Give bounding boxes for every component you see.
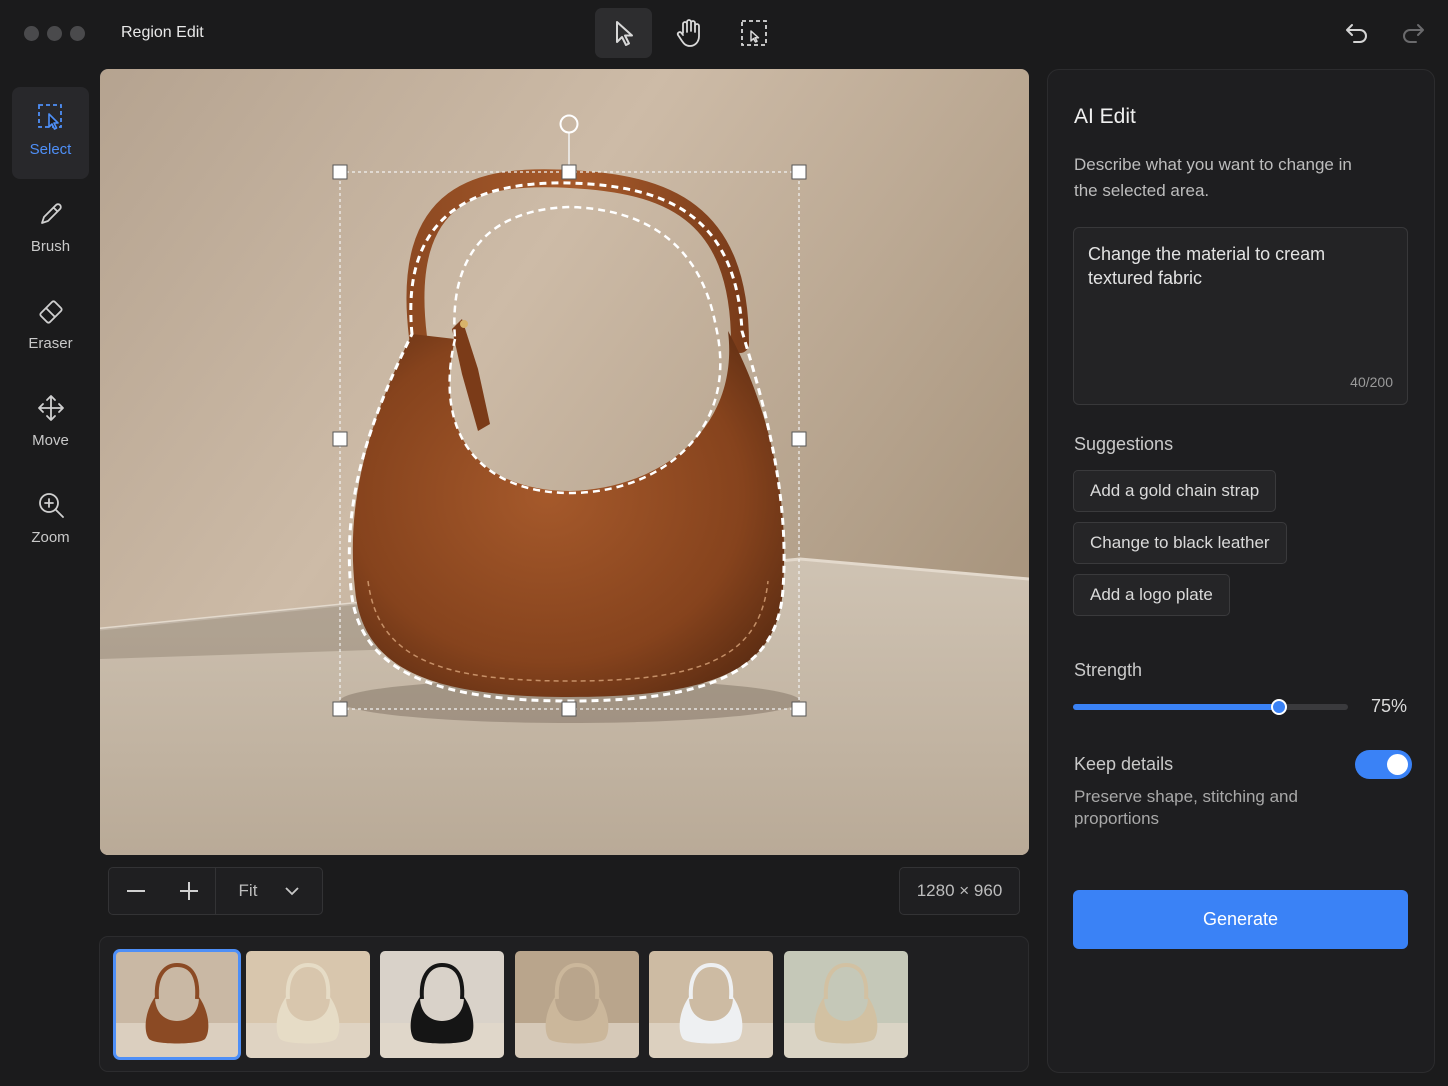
resize-handle[interactable] xyxy=(561,164,577,180)
maximize-window-dot[interactable] xyxy=(70,26,85,41)
title-bar: Region Edit xyxy=(0,0,1448,68)
select-tool-label: Select xyxy=(29,141,72,158)
image-dimensions: 1280 × 960 xyxy=(899,867,1020,915)
chevron-down-icon xyxy=(285,887,300,896)
resize-handle[interactable] xyxy=(791,164,807,180)
left-tool-rail: Select Brush Eraser Move Zoom xyxy=(12,87,89,572)
region-select-icon xyxy=(740,20,767,46)
variant-thumbnail[interactable] xyxy=(246,951,370,1058)
variant-thumbnail[interactable] xyxy=(649,951,773,1058)
brush-icon xyxy=(40,203,62,224)
redo-button[interactable] xyxy=(1396,18,1430,48)
brush-tool[interactable]: Brush xyxy=(12,184,89,276)
thumbnail-image xyxy=(380,951,504,1058)
slider-fill xyxy=(1073,704,1280,710)
prompt-text[interactable]: Change the material to cream textured fa… xyxy=(1088,242,1388,290)
app-title: Region Edit xyxy=(121,24,204,41)
redo-icon xyxy=(1403,24,1424,43)
keep-details-description: Preserve shape, stitching and proportion… xyxy=(1074,787,1298,828)
zoom-in-button[interactable] xyxy=(162,868,215,914)
variant-filmstrip xyxy=(99,936,1029,1072)
variant-thumbnail[interactable] xyxy=(380,951,504,1058)
zoom-fit-dropdown[interactable]: Fit xyxy=(215,868,322,914)
suggestion-chip[interactable]: Add a logo plate xyxy=(1073,574,1230,616)
thumbnail-image xyxy=(115,951,239,1058)
toggle-knob xyxy=(1387,754,1408,775)
panel-title: AI Edit xyxy=(1074,105,1136,128)
generate-button[interactable]: Generate xyxy=(1073,890,1408,949)
move-tool[interactable]: Move xyxy=(12,378,89,470)
zoom-tool[interactable]: Zoom xyxy=(12,475,89,567)
suggestions-title: Suggestions xyxy=(1074,434,1174,454)
strength-slider[interactable] xyxy=(1073,697,1348,717)
select-tool[interactable]: Select xyxy=(12,87,89,179)
minus-icon xyxy=(126,890,145,892)
undo-icon xyxy=(1346,24,1367,43)
resize-handle[interactable] xyxy=(561,701,577,717)
thumbnail-image xyxy=(515,951,639,1058)
variant-thumbnail[interactable] xyxy=(784,951,908,1058)
ai-edit-panel: AI Edit Describe what you want to change… xyxy=(1047,69,1435,1073)
cursor-arrow-icon xyxy=(615,21,633,46)
variant-thumbnail[interactable] xyxy=(113,949,241,1060)
thumbnail-image xyxy=(246,951,370,1058)
zoom-fit-label: Fit xyxy=(238,881,258,900)
thumbnail-image xyxy=(649,951,773,1058)
close-window-dot[interactable] xyxy=(24,26,39,41)
region-tool-button[interactable] xyxy=(725,8,782,58)
zoom-out-button[interactable] xyxy=(109,868,162,914)
move-icon xyxy=(37,395,64,421)
resize-handle[interactable] xyxy=(332,431,348,447)
slider-knob[interactable] xyxy=(1271,699,1288,715)
strength-value: 75% xyxy=(1370,696,1407,716)
keep-details-label: Keep details xyxy=(1074,754,1174,774)
pointer-tool-button[interactable] xyxy=(595,8,652,58)
zoom-controls: Fit xyxy=(108,867,323,915)
strength-label: Strength xyxy=(1074,660,1143,680)
eraser-tool[interactable]: Eraser xyxy=(12,281,89,373)
hand-icon xyxy=(676,19,700,47)
keep-details-toggle[interactable] xyxy=(1355,750,1412,779)
variant-thumbnail[interactable] xyxy=(515,951,639,1058)
select-region-icon xyxy=(37,104,62,130)
eraser-icon xyxy=(38,300,63,324)
move-tool-label: Move xyxy=(32,432,69,449)
hand-tool-button[interactable] xyxy=(660,8,717,58)
suggestion-chip[interactable]: Change to black leather xyxy=(1073,522,1287,564)
plus-icon xyxy=(179,882,198,900)
panel-description: Describe what you want to change in the … xyxy=(1074,155,1352,200)
zoom-tool-label: Zoom xyxy=(31,529,70,546)
brush-tool-label: Brush xyxy=(30,238,71,255)
zoom-icon xyxy=(38,493,64,518)
window-controls xyxy=(24,26,85,41)
character-count: 40/200 xyxy=(1350,374,1393,390)
suggestion-chip[interactable]: Add a gold chain strap xyxy=(1073,470,1277,512)
history-controls xyxy=(1340,18,1430,48)
resize-handle[interactable] xyxy=(332,701,348,717)
resize-handle[interactable] xyxy=(332,164,348,180)
eraser-tool-label: Eraser xyxy=(28,335,73,352)
minimize-window-dot[interactable] xyxy=(47,26,62,41)
resize-handle[interactable] xyxy=(791,701,807,717)
image-canvas[interactable] xyxy=(100,69,1029,855)
resize-handle[interactable] xyxy=(791,431,807,447)
prompt-textarea[interactable]: Change the material to cream textured fa… xyxy=(1073,227,1408,405)
top-toolbar xyxy=(595,8,782,58)
undo-button[interactable] xyxy=(1340,18,1374,48)
thumbnail-image xyxy=(784,951,908,1058)
